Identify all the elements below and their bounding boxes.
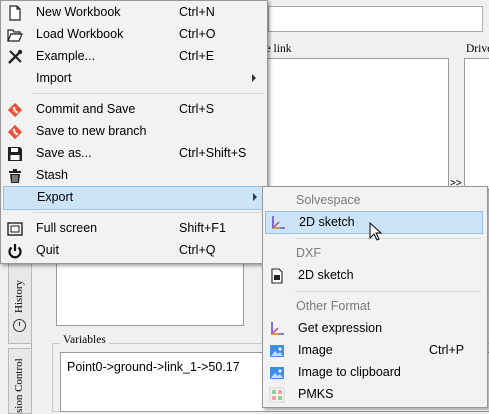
- power-icon: [7, 243, 23, 259]
- section-dxf: DXF: [296, 246, 321, 260]
- menu-item-new-workbook[interactable]: New Workbook Ctrl+N: [3, 1, 263, 23]
- history-list[interactable]: [56, 262, 244, 326]
- menu-separator: [295, 238, 481, 239]
- variable-entry[interactable]: Point0->ground->link_1->50.17: [67, 360, 240, 374]
- mouse-cursor-icon: [369, 222, 383, 241]
- menu-item-image-to-clipboard[interactable]: Image to clipboard: [265, 361, 481, 383]
- clock-icon: [13, 319, 26, 332]
- menu-item-dxf-2d-sketch[interactable]: 2D sketch: [265, 264, 481, 286]
- section-other-format: Other Format: [296, 299, 371, 313]
- export-submenu: Solvespace 2D sketch DXF 2D sketch Other…: [262, 186, 488, 408]
- tab-version-control-label: sion Control: [13, 358, 25, 413]
- floppy-disk-icon: [7, 146, 23, 162]
- file-menu: New Workbook Ctrl+N Load Workbook Ctrl+O…: [0, 0, 268, 264]
- drive-list[interactable]: [464, 58, 489, 190]
- image-icon: [269, 365, 285, 381]
- menu-item-image[interactable]: Image Ctrl+P: [265, 339, 481, 361]
- drive-label: Drive: [466, 43, 489, 55]
- toolbar-field: [268, 6, 483, 32]
- fullscreen-icon: [7, 221, 23, 237]
- menu-item-save-to-new-branch[interactable]: Save to new branch: [3, 120, 263, 142]
- sketch-axes-icon: [269, 321, 285, 337]
- menu-item-get-expression[interactable]: Get expression: [265, 317, 481, 339]
- menu-item-save-as[interactable]: Save as... Ctrl+Shift+S: [3, 142, 263, 164]
- sketch-axes-icon: [270, 215, 286, 231]
- chevron-right-icon: [253, 193, 257, 201]
- new-file-icon: [7, 5, 23, 21]
- menu-item-full-screen[interactable]: Full screen Shift+F1: [3, 217, 263, 239]
- menu-item-load-workbook[interactable]: Load Workbook Ctrl+O: [3, 23, 263, 45]
- pmks-icon: [269, 387, 285, 403]
- variables-label: Variables: [60, 334, 109, 346]
- tab-history[interactable]: History: [8, 262, 32, 344]
- menu-item-example[interactable]: Example... Ctrl+E: [3, 45, 263, 67]
- git-icon: [7, 102, 23, 118]
- trash-icon: [7, 168, 23, 184]
- git-icon: [7, 124, 23, 140]
- menu-item-commit-and-save[interactable]: Commit and Save Ctrl+S: [3, 98, 263, 120]
- menu-separator: [33, 212, 263, 213]
- chevron-right-icon: [252, 74, 256, 82]
- tab-version-control[interactable]: sion Control: [8, 348, 32, 414]
- image-icon: [269, 343, 285, 359]
- side-tab-bar: History sion Control: [8, 262, 32, 414]
- tab-history-label: History: [13, 280, 25, 313]
- menu-item-export[interactable]: Export: [3, 186, 263, 210]
- tools-icon: [7, 49, 23, 65]
- base-link-list[interactable]: [252, 58, 449, 190]
- menu-item-quit[interactable]: Quit Ctrl+Q: [3, 239, 263, 261]
- section-solvespace: Solvespace: [296, 193, 361, 207]
- menu-separator: [295, 291, 481, 292]
- menu-item-import[interactable]: Import: [3, 67, 263, 89]
- dxf-document-icon: [269, 268, 285, 284]
- menu-separator: [33, 93, 263, 94]
- folder-open-icon: [7, 27, 23, 43]
- menu-item-pmks[interactable]: PMKS: [265, 383, 481, 405]
- menu-item-stash[interactable]: Stash: [3, 164, 263, 186]
